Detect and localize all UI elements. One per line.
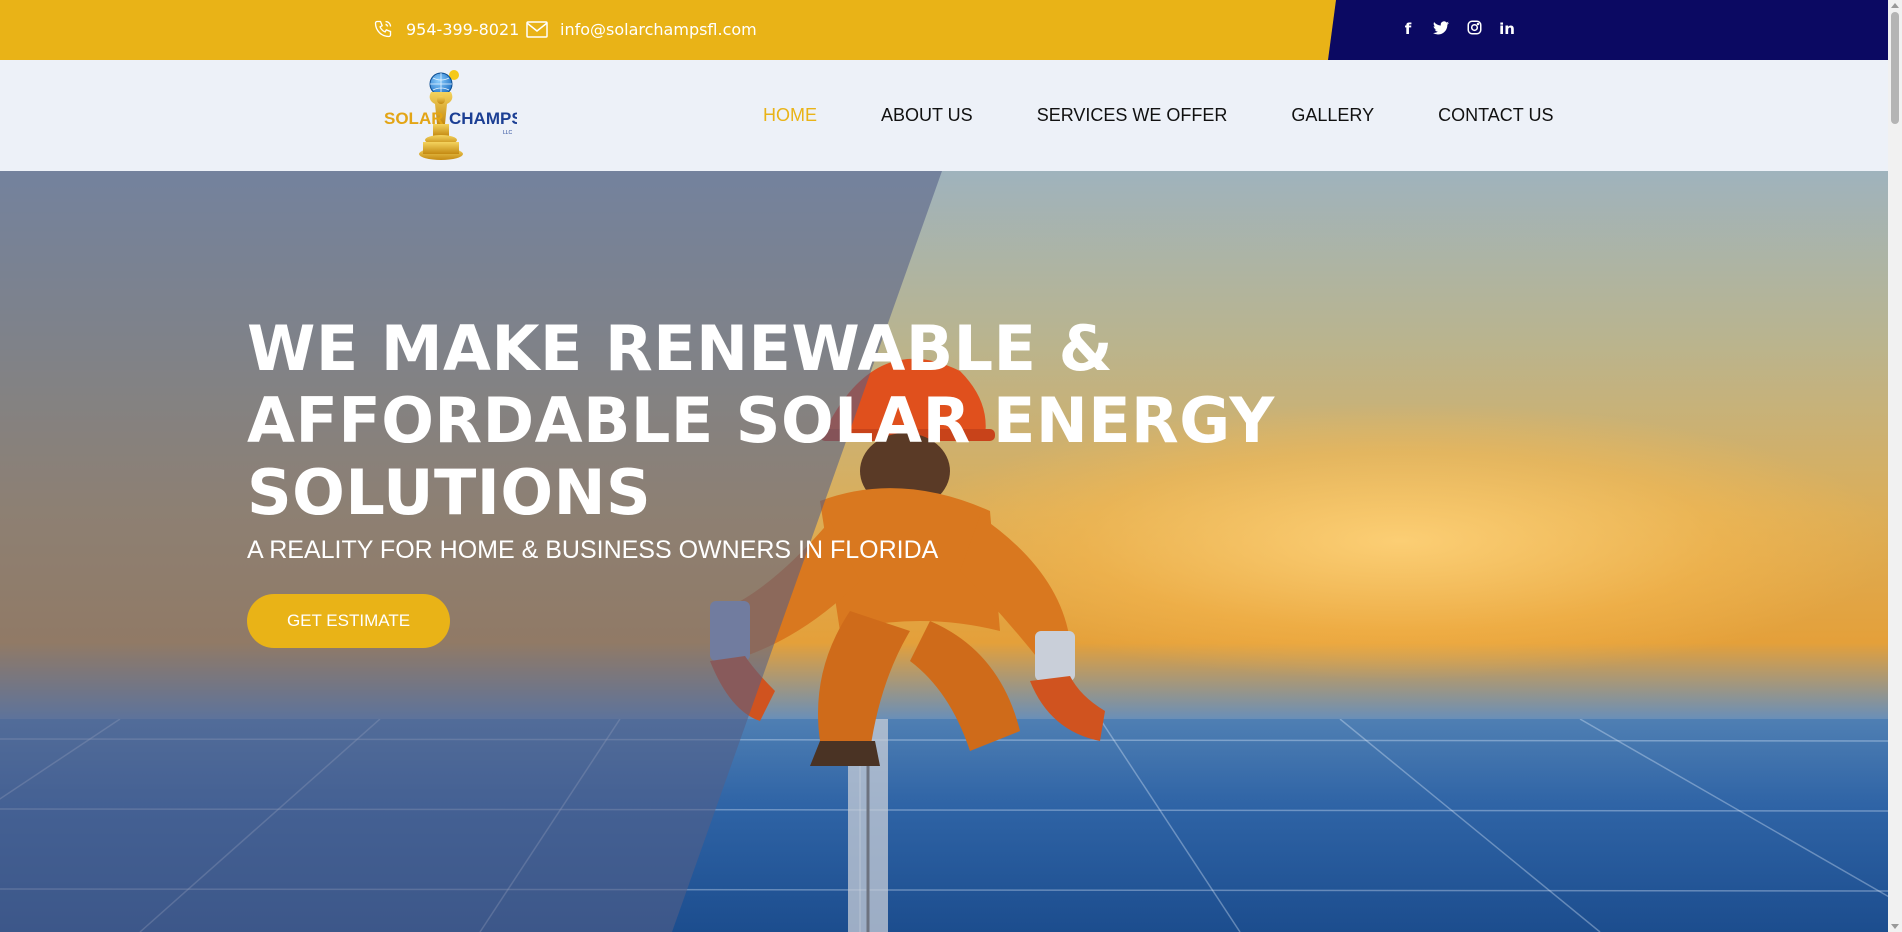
hero-subtitle: A REALITY FOR HOME & BUSINESS OWNERS IN … <box>247 536 939 564</box>
linkedin-icon[interactable]: in <box>1499 21 1515 37</box>
nav-menu: HOME ABOUT US SERVICES WE OFFER GALLERY … <box>763 60 1553 171</box>
facebook-icon[interactable]: f <box>1400 21 1416 37</box>
scrollbar-thumb[interactable] <box>1891 12 1899 124</box>
scroll-up-arrow-icon[interactable] <box>1891 3 1899 8</box>
main-navigation: SOLAR CHAMPS LLC HOME ABOUT US SERVICES … <box>0 60 1888 171</box>
twitter-icon[interactable] <box>1433 20 1449 38</box>
hero-title-line-3: SOLUTIONS <box>247 456 652 529</box>
phone-icon <box>373 19 393 43</box>
top-contact-bar: 954-399-8021 info@solarchampsfl.com f in <box>0 0 1888 60</box>
phone-number-link[interactable]: 954-399-8021 <box>406 0 519 60</box>
nav-item-home[interactable]: HOME <box>763 105 817 126</box>
email-link[interactable]: info@solarchampsfl.com <box>560 0 757 60</box>
logo-word-champs: CHAMPS <box>449 109 517 128</box>
solar-champs-logo[interactable]: SOLAR CHAMPS LLC <box>383 68 517 164</box>
mail-icon <box>526 21 548 42</box>
page-scrollbar[interactable] <box>1888 0 1902 932</box>
scroll-down-arrow-icon[interactable] <box>1891 924 1899 929</box>
logo-word-solar: SOLAR <box>384 109 444 128</box>
hero-title-line-2: AFFORDABLE SOLAR ENERGY <box>247 384 1275 457</box>
nav-item-contact-us[interactable]: CONTACT US <box>1438 105 1553 126</box>
hero-title-line-1: WE MAKE RENEWABLE & <box>247 312 1114 385</box>
nav-item-about-us[interactable]: ABOUT US <box>881 105 973 126</box>
logo-llc: LLC <box>503 130 513 136</box>
get-estimate-button[interactable]: GET ESTIMATE <box>247 594 450 648</box>
instagram-icon[interactable] <box>1466 20 1482 38</box>
nav-item-gallery[interactable]: GALLERY <box>1291 105 1374 126</box>
hero-title: WE MAKE RENEWABLE & AFFORDABLE SOLAR ENE… <box>247 313 1347 529</box>
social-links: f in <box>1400 0 1515 58</box>
hero-banner: WE MAKE RENEWABLE & AFFORDABLE SOLAR ENE… <box>0 171 1888 932</box>
nav-item-services[interactable]: SERVICES WE OFFER <box>1037 105 1228 126</box>
